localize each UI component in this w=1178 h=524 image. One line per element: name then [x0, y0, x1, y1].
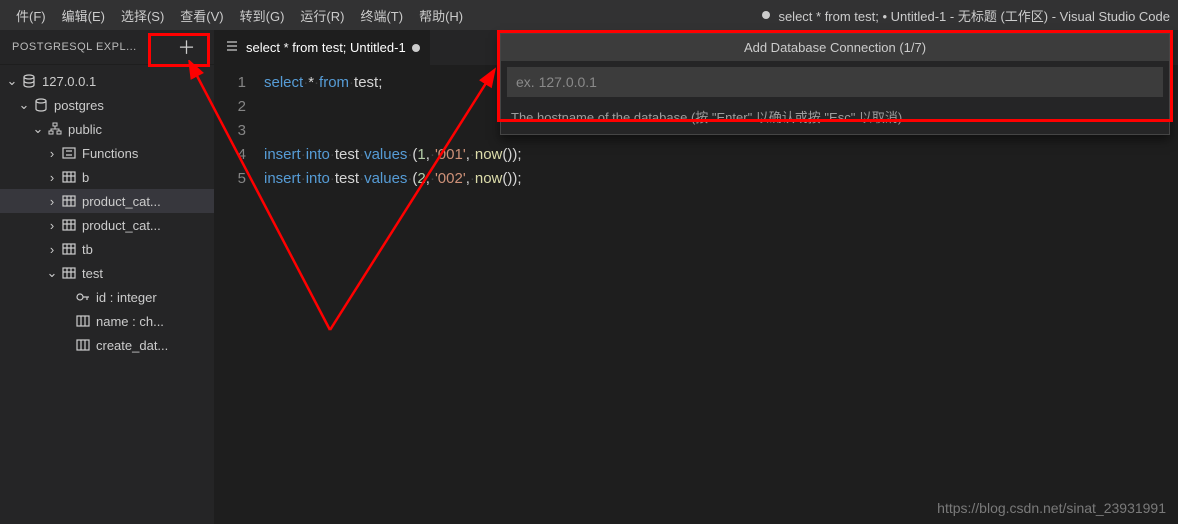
sidebar: POSTGRESQL EXPL... ＋ ⌄ 127.0.0.1 ⌄ postg…	[0, 30, 214, 524]
chevron-down-icon: ⌄	[4, 73, 20, 89]
functions-icon	[60, 145, 78, 161]
tree-server[interactable]: ⌄ 127.0.0.1	[0, 69, 214, 93]
sidebar-header: POSTGRESQL EXPL... ＋	[0, 30, 214, 65]
hostname-input[interactable]	[507, 67, 1163, 97]
menu-item[interactable]: 帮助(H)	[411, 0, 471, 30]
server-icon	[20, 73, 38, 89]
menu-item[interactable]: 运行(R)	[292, 0, 352, 30]
add-connection-button[interactable]: ＋	[172, 32, 203, 62]
file-icon	[224, 38, 240, 57]
menu-item[interactable]: 件(F)	[8, 0, 54, 30]
column-icon	[74, 313, 92, 329]
database-icon	[32, 97, 50, 113]
chevron-down-icon: ⌄	[44, 265, 60, 281]
dirty-dot-icon	[412, 44, 420, 52]
menu-item[interactable]: 选择(S)	[113, 0, 172, 30]
key-icon	[74, 289, 92, 305]
chevron-right-icon: ›	[44, 218, 60, 233]
tree-table[interactable]: ›product_cat...	[0, 213, 214, 237]
chevron-down-icon: ⌄	[30, 121, 46, 137]
chevron-right-icon: ›	[44, 194, 60, 209]
menubar: 件(F)编辑(E)选择(S)查看(V)转到(G)运行(R)终端(T)帮助(H) …	[0, 0, 1178, 30]
menu-item[interactable]: 编辑(E)	[54, 0, 113, 30]
table-icon	[60, 217, 78, 233]
tree-table[interactable]: ⌄test	[0, 261, 214, 285]
tree-schema[interactable]: ⌄ public	[0, 117, 214, 141]
table-icon	[60, 265, 78, 281]
table-icon	[60, 169, 78, 185]
tree-table[interactable]: ›product_cat...	[0, 189, 214, 213]
column-icon	[74, 337, 92, 353]
dirty-dot-icon	[762, 11, 770, 19]
table-icon	[60, 193, 78, 209]
chevron-right-icon: ›	[44, 170, 60, 185]
menu-item[interactable]: 转到(G)	[232, 0, 293, 30]
watermark: https://blog.csdn.net/sinat_23931991	[937, 500, 1166, 516]
window-title: select * from test; • Untitled-1 - 无标题 (…	[762, 6, 1170, 25]
chevron-down-icon: ⌄	[16, 97, 32, 113]
quick-input-panel: Add Database Connection (1/7) The hostna…	[500, 33, 1170, 135]
menu-item[interactable]: 终端(T)	[352, 0, 411, 30]
tree-table[interactable]: ›tb	[0, 237, 214, 261]
tab-label: select * from test; Untitled-1	[246, 40, 406, 55]
chevron-right-icon: ›	[44, 146, 60, 161]
tree-table[interactable]: ›b	[0, 165, 214, 189]
editor-tab[interactable]: select * from test; Untitled-1	[214, 30, 431, 65]
tree-column[interactable]: create_dat...	[0, 333, 214, 357]
chevron-right-icon: ›	[44, 242, 60, 257]
menu-item[interactable]: 查看(V)	[172, 0, 231, 30]
tree-functions[interactable]: › Functions	[0, 141, 214, 165]
tree-column[interactable]: name : ch...	[0, 309, 214, 333]
quick-input-title: Add Database Connection (1/7)	[501, 34, 1169, 61]
table-icon	[60, 241, 78, 257]
tree-column[interactable]: id : integer	[0, 285, 214, 309]
quick-input-hint: The hostname of the database (按 "Enter" …	[501, 103, 1169, 134]
tree-database[interactable]: ⌄ postgres	[0, 93, 214, 117]
schema-icon	[46, 121, 64, 137]
explorer-tree: ⌄ 127.0.0.1 ⌄ postgres ⌄ public	[0, 65, 214, 361]
sidebar-title: POSTGRESQL EXPL...	[12, 41, 172, 53]
